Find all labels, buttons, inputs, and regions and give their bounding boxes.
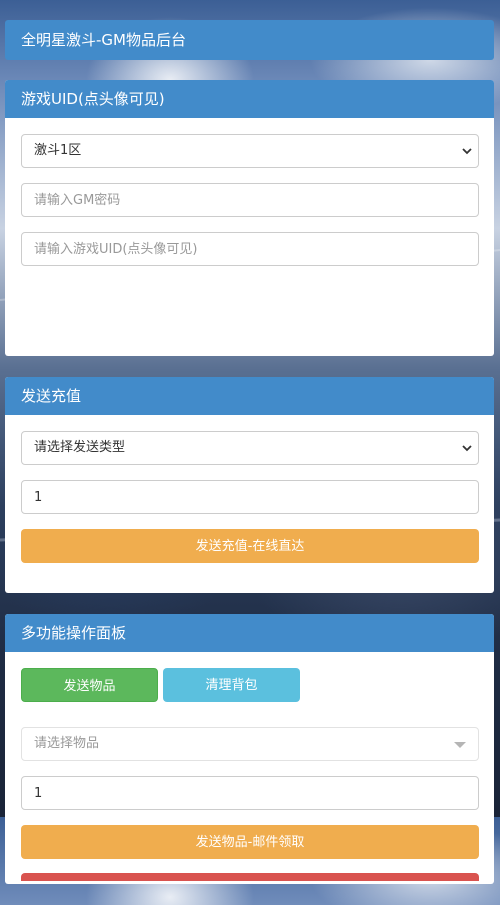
uid-panel: 游戏UID(点头像可见) 激斗1区: [5, 80, 494, 356]
server-select[interactable]: 激斗1区: [21, 134, 479, 168]
gm-password-input[interactable]: [21, 183, 479, 217]
caret-down-icon: [454, 742, 466, 748]
danger-button-partial[interactable]: [21, 873, 479, 881]
page-title: 全明星激斗-GM物品后台: [21, 31, 186, 49]
item-select-value: 请选择物品: [34, 736, 100, 751]
action-button-row: 发送物品 清理背包: [21, 668, 478, 702]
uid-panel-body: 激斗1区: [5, 118, 494, 295]
send-recharge-button[interactable]: 发送充值-在线直达: [21, 529, 479, 563]
uid-panel-heading: 游戏UID(点头像可见): [5, 80, 494, 118]
multi-panel-heading: 多功能操作面板: [5, 614, 494, 652]
send-items-button[interactable]: 发送物品: [21, 668, 158, 702]
server-select-value: 激斗1区: [34, 143, 82, 158]
page-title-bar: 全明星激斗-GM物品后台: [5, 20, 494, 60]
multi-panel-body: 发送物品 清理背包 请选择物品 发送物品-邮件领取: [5, 652, 494, 884]
item-quantity-input[interactable]: [21, 776, 479, 810]
recharge-panel-heading: 发送充值: [5, 377, 494, 415]
recharge-amount-input[interactable]: [21, 480, 479, 514]
recharge-panel-body: 请选择发送类型 发送充值-在线直达: [5, 415, 494, 577]
gm-backend-page: 全明星激斗-GM物品后台 游戏UID(点头像可见) 激斗1区 发送充值 请选择发…: [5, 20, 494, 905]
recharge-type-value: 请选择发送类型: [34, 440, 126, 455]
recharge-type-select[interactable]: 请选择发送类型: [21, 431, 479, 465]
chevron-down-icon: [462, 445, 472, 452]
recharge-panel: 发送充值 请选择发送类型 发送充值-在线直达: [5, 377, 494, 593]
multi-function-panel: 多功能操作面板 发送物品 清理背包 请选择物品 发送物品-邮件领取: [5, 614, 494, 884]
send-items-mail-button[interactable]: 发送物品-邮件领取: [21, 825, 479, 859]
clear-bag-button[interactable]: 清理背包: [163, 668, 300, 702]
chevron-down-icon: [462, 148, 472, 155]
game-uid-input[interactable]: [21, 232, 479, 266]
item-select[interactable]: 请选择物品: [21, 727, 479, 761]
